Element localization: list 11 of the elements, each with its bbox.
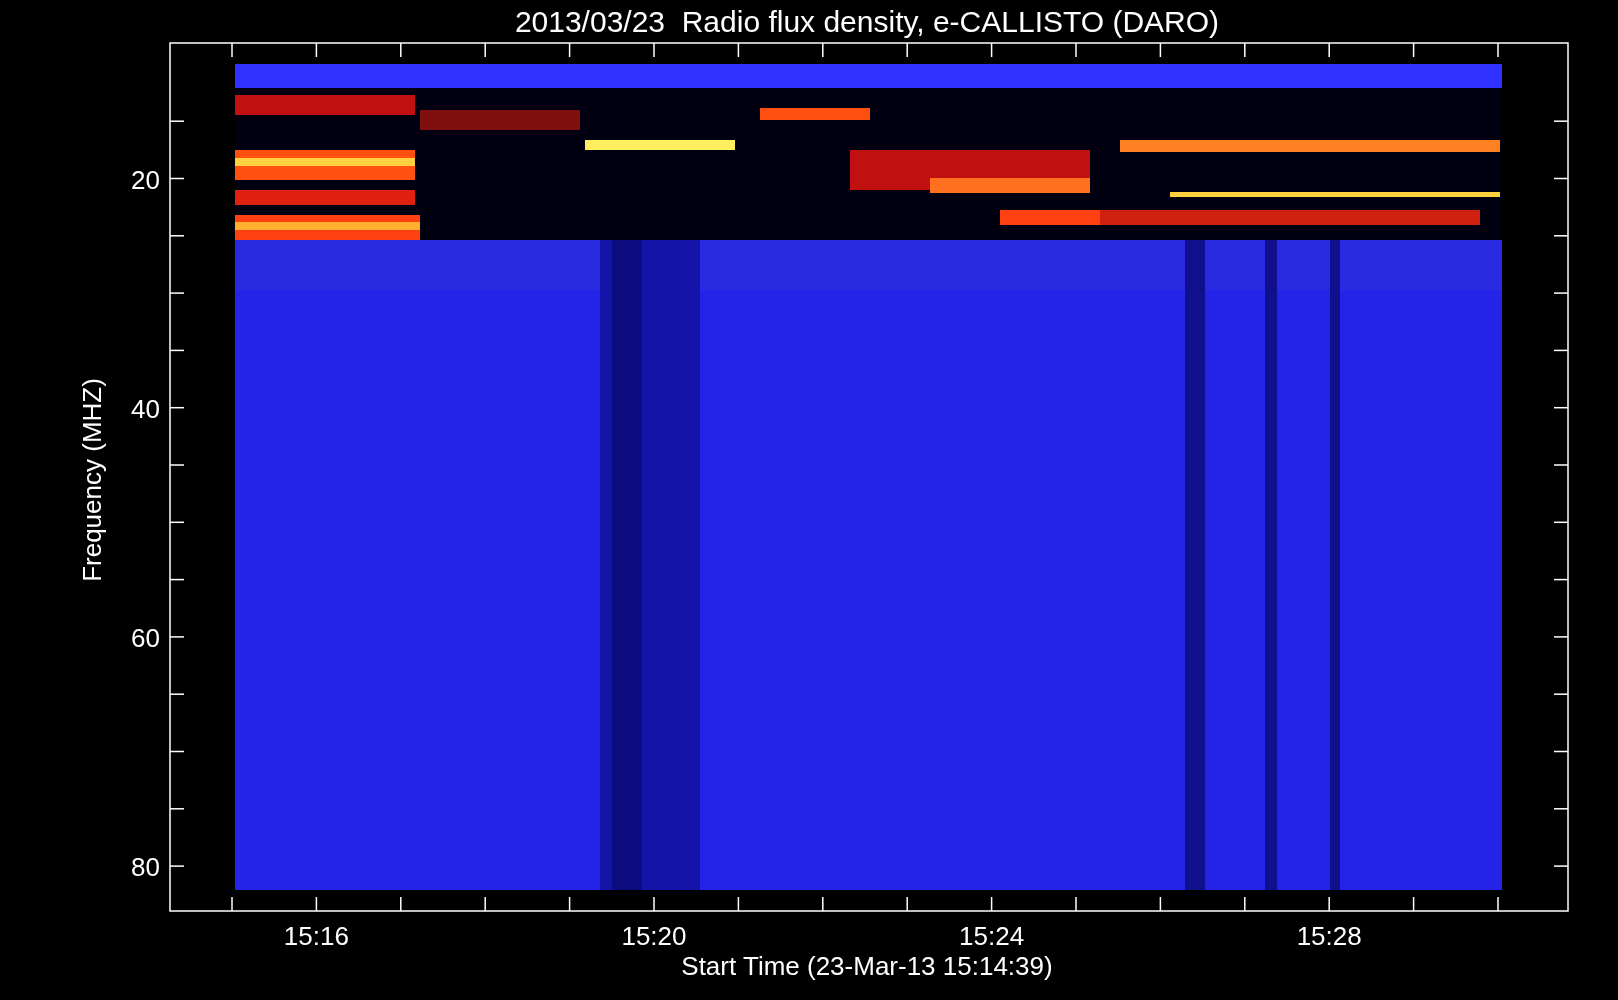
- chart-title: 2013/03/23 Radio flux density, e-CALLISTO (DARO): [514, 5, 1220, 38]
- y-axis-title: Frequency (MHZ): [77, 378, 107, 582]
- y-tick-label: 40: [131, 393, 160, 424]
- x-tick-label: 15:20: [621, 921, 687, 951]
- x-tick-label: 15:24: [959, 921, 1025, 951]
- y-tick-label: 20: [131, 164, 160, 195]
- x-tick-label: 15:28: [1296, 921, 1362, 951]
- x-axis-title: Start Time (23-Mar-13 15:14:39): [681, 951, 1053, 981]
- y-tick-label: 60: [131, 622, 160, 653]
- x-tick-label: 15:16: [283, 921, 349, 951]
- y-tick-label: 80: [131, 852, 160, 883]
